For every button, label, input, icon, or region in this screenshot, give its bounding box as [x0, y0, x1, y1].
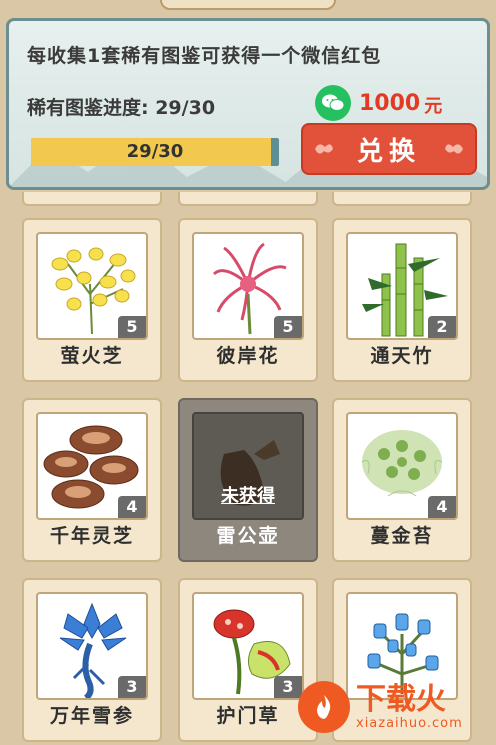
- card-peek: [22, 192, 162, 206]
- collection-card[interactable]: 5 萤火芝: [22, 218, 162, 382]
- card-name: 蔓金苔: [370, 525, 434, 547]
- card-count-badge: 5: [274, 316, 302, 338]
- card-count-badge: 4: [118, 496, 146, 518]
- card-image-frame: 3: [36, 592, 148, 700]
- card-image-frame: 4: [346, 412, 458, 520]
- reward-amount: 1000: [359, 90, 421, 116]
- card-image-frame: 4: [36, 412, 148, 520]
- card-name: 万年雪参: [49, 705, 134, 727]
- card-peek: [332, 192, 472, 206]
- card-name: 护门草: [216, 705, 280, 727]
- card-image-frame: 3: [192, 592, 304, 700]
- card-count-badge: 4: [428, 496, 456, 518]
- progress-bar-text: 29/30: [126, 141, 184, 162]
- locked-label: 未获得: [221, 486, 275, 507]
- card-name: 雷公壶: [216, 525, 280, 547]
- wechat-icon: [315, 85, 351, 121]
- collect-reward-text: 每收集1套稀有图鉴可获得一个微信红包: [27, 45, 382, 67]
- flame-logo-icon: [298, 681, 350, 733]
- card-name: 千年灵芝: [49, 525, 134, 547]
- reward-unit: 元: [424, 96, 443, 117]
- collection-card[interactable]: 3 护门草: [178, 578, 318, 742]
- card-count-badge: 3: [118, 676, 146, 698]
- collection-grid: 5 萤火芝 5 彼岸花 2 通天竹 4 千年灵芝 未获得 雷公壶 4 蔓金苔 3…: [0, 192, 496, 745]
- card-name: 萤火芝: [60, 345, 124, 367]
- card-count-badge: 5: [118, 316, 146, 338]
- card-count-badge: 2: [428, 316, 456, 338]
- card-image-frame: 未获得: [192, 412, 304, 520]
- reward-info: 1000 元: [315, 85, 442, 121]
- rare-collection-header: 每收集1套稀有图鉴可获得一个微信红包 稀有图鉴进度: 29/30 1000 元 …: [6, 18, 490, 190]
- cloud-ornament-icon: [315, 144, 333, 154]
- progress-bar: 29/30: [31, 138, 279, 166]
- site-watermark: 下载火 xiazaihuo.com: [298, 672, 494, 742]
- card-image-frame: 5: [36, 232, 148, 340]
- card-name: 彼岸花: [216, 345, 280, 367]
- collection-card-locked[interactable]: 未获得 雷公壶: [178, 398, 318, 562]
- redeem-label: 兑换: [356, 136, 421, 167]
- watermark-main: 下载火: [356, 681, 446, 717]
- collection-card[interactable]: 3 万年雪参: [22, 578, 162, 742]
- collection-card[interactable]: 2 通天竹: [332, 218, 472, 382]
- card-name: 通天竹: [370, 345, 434, 367]
- watermark-sub: xiazaihuo.com: [356, 715, 463, 731]
- card-peek: [178, 192, 318, 206]
- collection-card[interactable]: 5 彼岸花: [178, 218, 318, 382]
- redeem-button[interactable]: 兑换: [301, 123, 477, 175]
- cloud-ornament-icon: [445, 144, 463, 154]
- collection-card[interactable]: 4 蔓金苔: [332, 398, 472, 562]
- progress-label: 稀有图鉴进度: 29/30: [27, 97, 216, 119]
- card-image-frame: 5: [192, 232, 304, 340]
- card-image-frame: 2: [346, 232, 458, 340]
- top-tab: [160, 0, 336, 10]
- collection-card[interactable]: 4 千年灵芝: [22, 398, 162, 562]
